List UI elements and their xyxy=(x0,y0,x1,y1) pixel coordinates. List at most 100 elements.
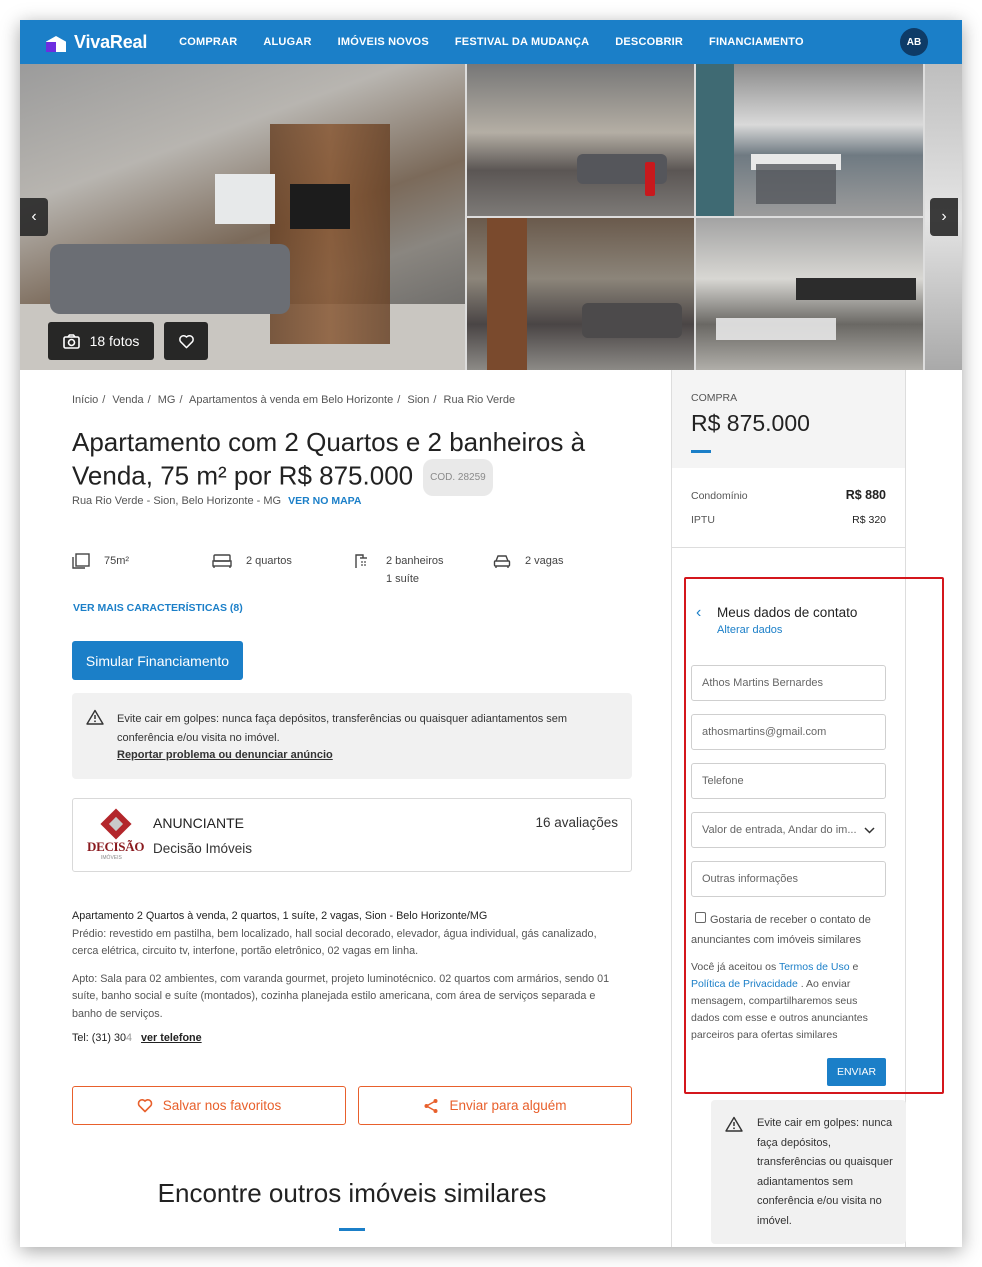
gallery-photo-3[interactable] xyxy=(696,64,923,216)
breadcrumb-item-inicio[interactable]: Início xyxy=(72,394,98,406)
report-problem-link[interactable]: Reportar problema ou denunciar anúncio xyxy=(117,749,333,761)
gallery-photo-2[interactable] xyxy=(467,64,694,216)
interest-select-value: Valor de entrada, Andar do im... xyxy=(702,824,857,836)
nav-item-festival[interactable]: FESTIVAL DA MUDANÇA xyxy=(455,36,589,48)
feature-bedrooms: 2 quartos xyxy=(212,554,292,569)
similar-contact-label: Gostaria de receber o contato de anuncia… xyxy=(691,914,871,946)
contact-form: ‹ Meus dados de contato Alterar dados At… xyxy=(672,583,905,1089)
listing-title-text: Apartamento com 2 Quartos e 2 banheiros … xyxy=(72,427,586,491)
price-value: R$ 875.000 xyxy=(691,410,810,436)
feature-bedrooms-label: 2 quartos xyxy=(246,555,292,567)
gallery-next-button[interactable]: › xyxy=(930,198,958,236)
share-label: Enviar para alguém xyxy=(449,1098,567,1113)
interest-select[interactable]: Valor de entrada, Andar do im... xyxy=(691,812,886,848)
description-building: Prédio: revestido em pastilha, bem local… xyxy=(72,927,597,958)
send-button[interactable]: ENVIAR xyxy=(827,1058,886,1086)
address-text: Rua Rio Verde - Sion, Belo Horizonte - M… xyxy=(72,495,282,507)
breadcrumb: Início / Venda / MG / Apartamentos à venda … xyxy=(72,394,516,406)
gallery-photo-4[interactable] xyxy=(467,218,694,370)
breadcrumb-item-state[interactable]: MG xyxy=(158,394,176,406)
advertiser-reviews[interactable]: 16 avaliações xyxy=(535,815,618,830)
gallery-photo-5[interactable] xyxy=(696,218,923,370)
iptu-label: IPTU xyxy=(691,514,715,526)
chevron-left-icon: ‹ xyxy=(31,208,37,225)
iptu-row: IPTU R$ 320 xyxy=(691,514,886,526)
nav-item-imoveis-novos[interactable]: IMÓVEIS NOVOS xyxy=(338,36,429,48)
feature-parking: 2 vagas xyxy=(493,555,564,569)
simulate-financing-button[interactable]: Simular Financiamento xyxy=(72,641,243,680)
iptu-value: R$ 320 xyxy=(852,514,886,526)
condo-fee-value: R$ 880 xyxy=(845,488,886,502)
sidebar-scam-warning: Evite cair em golpes: nunca faça depósit… xyxy=(711,1100,906,1244)
description-lead: Apartamento 2 Quartos à venda, 2 quartos… xyxy=(72,910,488,922)
area-icon xyxy=(72,553,90,569)
price-underline xyxy=(691,450,711,453)
breadcrumb-item-street[interactable]: Rua Rio Verde xyxy=(444,394,516,406)
feature-area: 75m² xyxy=(72,553,130,569)
name-field[interactable]: Athos Martins Bernardes xyxy=(691,665,886,701)
scam-warning-text: Evite cair em golpes: nunca faça depósit… xyxy=(117,713,568,744)
advertiser-logo-text: DECISÃO xyxy=(87,839,145,854)
feature-suite-label: 1 suíte xyxy=(386,573,420,585)
show-phone-link[interactable]: ver telefone xyxy=(141,1032,202,1044)
price-type-label: COMPRA xyxy=(691,392,738,404)
terms-prefix: Você já aceitou os xyxy=(691,961,777,973)
email-field[interactable]: athosmartins@gmail.com xyxy=(691,714,886,750)
bed-icon xyxy=(212,554,232,568)
photos-count: 18 fotos xyxy=(89,333,140,349)
breadcrumb-item-city[interactable]: Apartamentos à venda em Belo Horizonte xyxy=(189,394,393,406)
more-features-link[interactable]: VER MAIS CARACTERÍSTICAS (8) xyxy=(73,602,243,614)
car-icon xyxy=(493,555,511,568)
top-nav-bar: VivaReal COMPRAR ALUGAR IMÓVEIS NOVOS FE… xyxy=(20,20,962,64)
nav-item-descobrir[interactable]: DESCOBRIR xyxy=(615,36,683,48)
terms-of-use-link[interactable]: Termos de Uso xyxy=(779,961,850,973)
other-info-field[interactable]: Outras informações xyxy=(691,861,886,897)
user-avatar[interactable]: AB xyxy=(900,28,928,56)
main-nav: COMPRAR ALUGAR IMÓVEIS NOVOS FESTIVAL DA… xyxy=(179,36,830,48)
nav-item-comprar[interactable]: COMPRAR xyxy=(179,36,237,48)
view-map-link[interactable]: VER NO MAPA xyxy=(288,495,361,507)
contact-form-title: Meus dados de contato xyxy=(717,605,858,620)
nav-item-financiamento[interactable]: FINANCIAMENTO xyxy=(709,36,804,48)
warning-triangle-icon xyxy=(86,709,104,725)
listing-title: Apartamento com 2 Quartos e 2 banheiros … xyxy=(72,426,632,496)
terms-and: e xyxy=(852,961,859,973)
feature-parking-label: 2 vagas xyxy=(525,555,564,567)
brand-logo[interactable]: VivaReal xyxy=(46,32,147,53)
shower-icon xyxy=(355,554,367,568)
back-chevron-icon[interactable]: ‹ xyxy=(696,604,701,622)
terms-notice: Você já aceitou os Termos de Uso e Polít… xyxy=(691,959,887,1044)
alter-data-link[interactable]: Alterar dados xyxy=(717,624,782,636)
phone-field[interactable]: Telefone xyxy=(691,763,886,799)
share-button[interactable]: Enviar para alguém xyxy=(358,1086,632,1125)
heart-icon xyxy=(137,1099,153,1113)
advertiser-name: Decisão Imóveis xyxy=(153,841,253,856)
feature-area-label: 75m² xyxy=(104,555,130,567)
heading-underline xyxy=(339,1228,365,1231)
advertiser-label: ANUNCIANTE xyxy=(153,815,245,831)
brand-name: VivaReal xyxy=(74,31,148,52)
breadcrumb-item-venda[interactable]: Venda xyxy=(112,394,143,406)
all-photos-button[interactable]: 18 fotos xyxy=(48,322,154,360)
save-favorites-button[interactable]: Salvar nos favoritos xyxy=(72,1086,346,1125)
nav-item-alugar[interactable]: ALUGAR xyxy=(263,36,311,48)
breadcrumb-item-neighborhood[interactable]: Sion xyxy=(407,394,429,406)
chevron-down-icon xyxy=(864,826,875,834)
share-icon xyxy=(424,1098,438,1113)
features-row: 75m² 2 quartos 2 banheiros 1 suíte 2 vag… xyxy=(72,553,632,595)
gallery-prev-button[interactable]: ‹ xyxy=(20,198,48,236)
listing-address: Rua Rio Verde - Sion, Belo Horizonte - M… xyxy=(72,495,361,507)
feature-bathrooms-label: 2 banheiros xyxy=(386,555,444,567)
chevron-right-icon: › xyxy=(941,208,947,225)
save-favorites-label: Salvar nos favoritos xyxy=(162,1098,282,1113)
heart-icon xyxy=(178,334,194,348)
similar-listings-heading: Encontre outros imóveis similares xyxy=(157,1178,547,1208)
camera-icon xyxy=(62,333,80,349)
warning-triangle-icon xyxy=(725,1116,743,1132)
page: VivaReal COMPRAR ALUGAR IMÓVEIS NOVOS FE… xyxy=(20,20,962,1247)
privacy-policy-link[interactable]: Política de Privacidade xyxy=(691,978,798,990)
gallery-favorite-button[interactable] xyxy=(164,322,208,360)
advertiser-card[interactable]: DECISÃO IMÓVEIS ANUNCIANTE Decisão Imóve… xyxy=(72,798,632,872)
advertiser-logo: DECISÃO IMÓVEIS xyxy=(85,808,145,861)
similar-contact-checkbox[interactable] xyxy=(695,912,706,923)
